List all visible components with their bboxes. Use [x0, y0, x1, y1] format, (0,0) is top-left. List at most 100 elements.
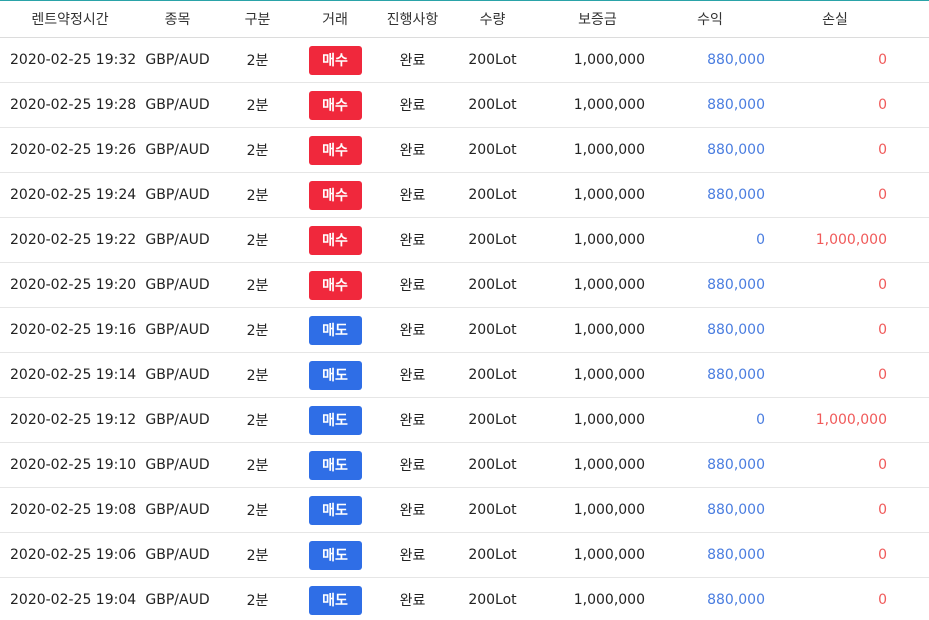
row-trade-cell: 매도	[300, 578, 370, 620]
row-status: 완료	[399, 413, 426, 429]
row-quantity: 200Lot	[468, 547, 517, 563]
header-profit: 수익	[697, 12, 723, 28]
row-symbol: GBP/AUD	[145, 232, 210, 248]
row-profit: 880,000	[707, 142, 765, 158]
row-trade-cell: 매수	[300, 128, 370, 172]
table-row: 2020-02-25 19:28 GBP/AUD 2분 매수 완료 200Lot…	[0, 83, 929, 128]
row-status: 완료	[399, 503, 426, 519]
row-loss: 0	[878, 142, 887, 158]
table-row: 2020-02-25 19:26 GBP/AUD 2분 매수 완료 200Lot…	[0, 128, 929, 173]
row-trade-cell: 매수	[300, 263, 370, 307]
row-loss: 0	[878, 457, 887, 473]
row-loss: 1,000,000	[815, 232, 887, 248]
row-rent-time: 2020-02-25 19:12	[10, 412, 137, 428]
trade-type-badge: 매도	[308, 495, 362, 525]
row-profit: 880,000	[707, 547, 765, 563]
row-symbol: GBP/AUD	[145, 367, 210, 383]
trade-type-badge: 매수	[308, 270, 362, 300]
trade-type-badge: 매수	[308, 180, 362, 210]
row-status: 완료	[399, 278, 426, 294]
row-period: 2분	[246, 143, 269, 159]
row-trade-cell: 매수	[300, 83, 370, 127]
row-rent-time: 2020-02-25 19:24	[10, 187, 137, 203]
row-margin: 1,000,000	[573, 97, 645, 113]
row-status: 완료	[399, 53, 426, 69]
row-quantity: 200Lot	[468, 187, 517, 203]
row-margin: 1,000,000	[573, 367, 645, 383]
row-loss: 0	[878, 502, 887, 518]
row-status: 완료	[399, 548, 426, 564]
row-rent-time: 2020-02-25 19:14	[10, 367, 137, 383]
row-profit: 880,000	[707, 367, 765, 383]
row-margin: 1,000,000	[573, 592, 645, 608]
row-status: 완료	[399, 593, 426, 609]
table-row: 2020-02-25 19:08 GBP/AUD 2분 매도 완료 200Lot…	[0, 488, 929, 533]
row-trade-cell: 매도	[300, 533, 370, 577]
row-rent-time: 2020-02-25 19:26	[10, 142, 137, 158]
table-header: 렌트약정시간 종목 구분 거래 진행사항 수량 보증금 수익 손실	[0, 1, 929, 38]
row-rent-time: 2020-02-25 19:06	[10, 547, 137, 563]
row-rent-time: 2020-02-25 19:28	[10, 97, 137, 113]
row-symbol: GBP/AUD	[145, 502, 210, 518]
row-status: 완료	[399, 143, 426, 159]
row-period: 2분	[246, 188, 269, 204]
table-body: 2020-02-25 19:32 GBP/AUD 2분 매수 완료 200Lot…	[0, 38, 929, 620]
row-quantity: 200Lot	[468, 367, 517, 383]
row-status: 완료	[399, 368, 426, 384]
row-profit: 880,000	[707, 457, 765, 473]
row-loss: 0	[878, 322, 887, 338]
header-trade: 거래	[322, 12, 348, 28]
row-margin: 1,000,000	[573, 412, 645, 428]
row-quantity: 200Lot	[468, 277, 517, 293]
row-loss: 0	[878, 52, 887, 68]
row-quantity: 200Lot	[468, 142, 517, 158]
row-profit: 880,000	[707, 592, 765, 608]
table-row: 2020-02-25 19:10 GBP/AUD 2분 매도 완료 200Lot…	[0, 443, 929, 488]
trade-type-badge: 매도	[308, 405, 362, 435]
row-symbol: GBP/AUD	[145, 412, 210, 428]
row-margin: 1,000,000	[573, 547, 645, 563]
row-quantity: 200Lot	[468, 412, 517, 428]
row-quantity: 200Lot	[468, 52, 517, 68]
row-symbol: GBP/AUD	[145, 277, 210, 293]
row-symbol: GBP/AUD	[145, 592, 210, 608]
row-margin: 1,000,000	[573, 322, 645, 338]
row-period: 2분	[246, 278, 269, 294]
row-trade-cell: 매도	[300, 398, 370, 442]
row-loss: 0	[878, 187, 887, 203]
row-loss: 0	[878, 547, 887, 563]
row-period: 2분	[246, 233, 269, 249]
table-row: 2020-02-25 19:16 GBP/AUD 2분 매도 완료 200Lot…	[0, 308, 929, 353]
row-rent-time: 2020-02-25 19:22	[10, 232, 137, 248]
row-quantity: 200Lot	[468, 457, 517, 473]
trade-type-badge: 매도	[308, 450, 362, 480]
row-status: 완료	[399, 188, 426, 204]
row-status: 완료	[399, 98, 426, 114]
row-rent-time: 2020-02-25 19:08	[10, 502, 137, 518]
row-quantity: 200Lot	[468, 502, 517, 518]
row-period: 2분	[246, 53, 269, 69]
header-status: 진행사항	[386, 12, 439, 28]
trade-history-table: 렌트약정시간 종목 구분 거래 진행사항 수량 보증금 수익 손실 2020-0…	[0, 0, 929, 620]
row-loss: 0	[878, 367, 887, 383]
row-period: 2분	[246, 503, 269, 519]
row-loss: 0	[878, 592, 887, 608]
row-quantity: 200Lot	[468, 97, 517, 113]
row-symbol: GBP/AUD	[145, 187, 210, 203]
row-margin: 1,000,000	[573, 457, 645, 473]
trade-type-badge: 매수	[308, 135, 362, 165]
row-rent-time: 2020-02-25 19:04	[10, 592, 137, 608]
table-row: 2020-02-25 19:06 GBP/AUD 2분 매도 완료 200Lot…	[0, 533, 929, 578]
trade-type-badge: 매도	[308, 585, 362, 615]
row-trade-cell: 매수	[300, 218, 370, 262]
row-status: 완료	[399, 323, 426, 339]
row-profit: 0	[756, 232, 765, 248]
row-trade-cell: 매수	[300, 173, 370, 217]
row-trade-cell: 매도	[300, 488, 370, 532]
row-profit: 880,000	[707, 277, 765, 293]
row-period: 2분	[246, 458, 269, 474]
row-profit: 880,000	[707, 187, 765, 203]
row-profit: 0	[756, 412, 765, 428]
row-rent-time: 2020-02-25 19:16	[10, 322, 137, 338]
row-period: 2분	[246, 548, 269, 564]
